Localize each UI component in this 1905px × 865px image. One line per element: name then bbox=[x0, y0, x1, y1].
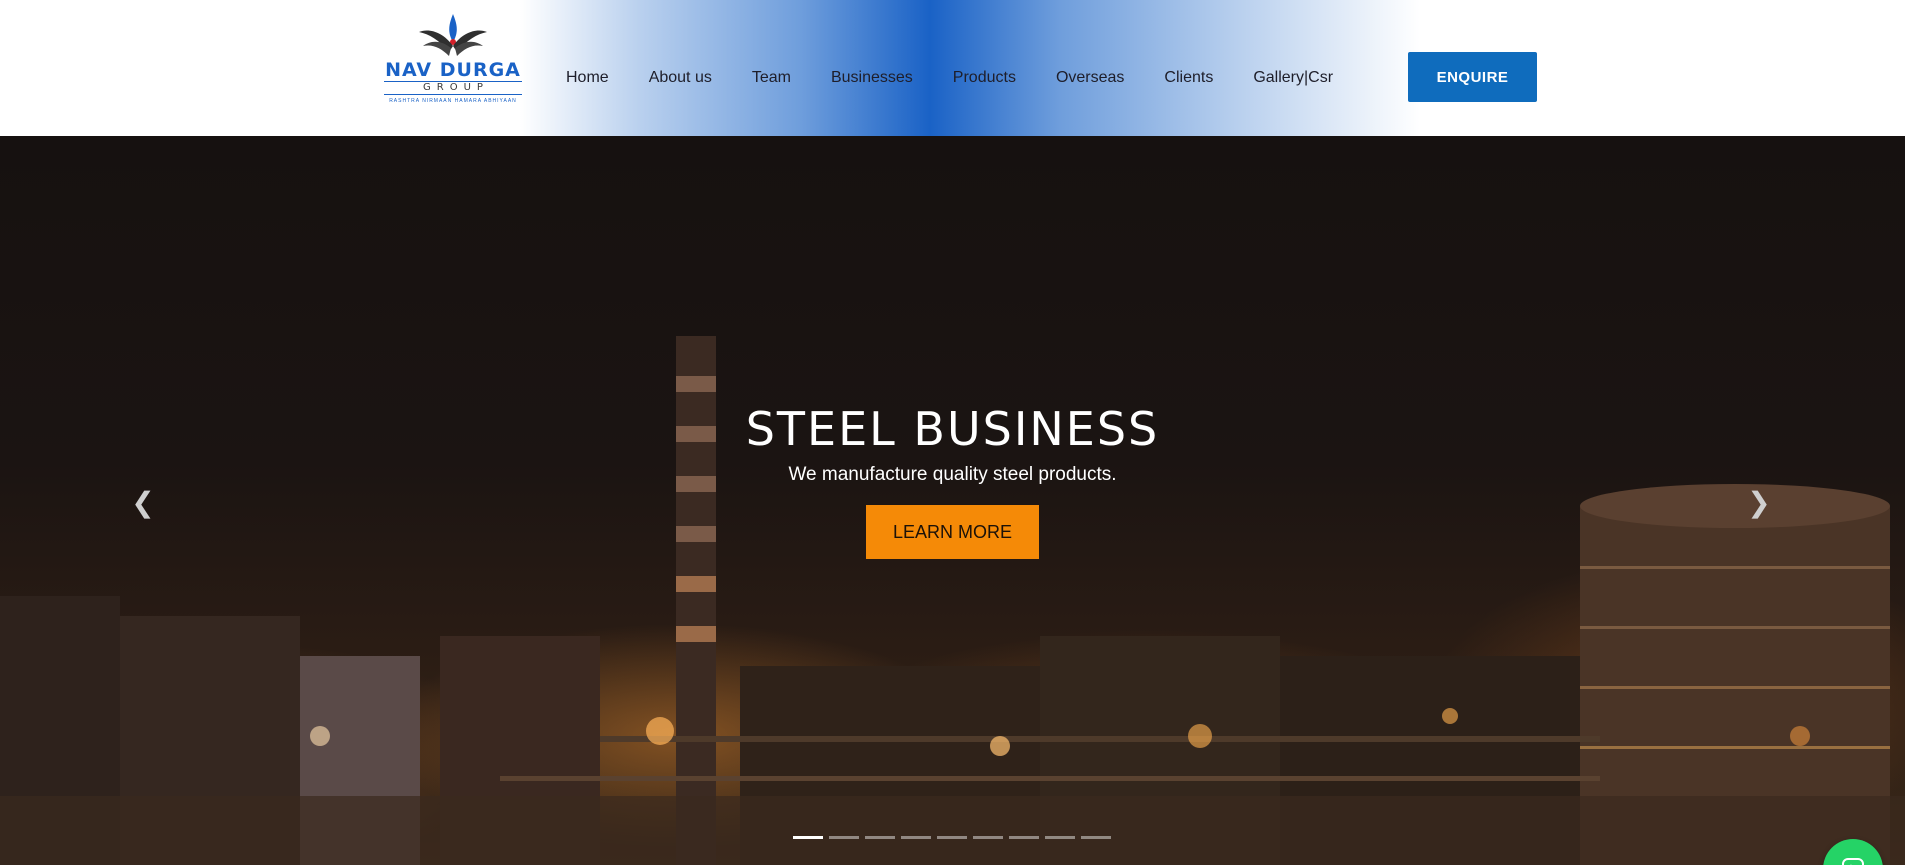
carousel-indicator-6[interactable] bbox=[973, 836, 1003, 839]
brand-tagline: RASHTRA NIRMAAN HAMARA ABHIYAAN bbox=[389, 98, 517, 104]
brand-group: GROUP bbox=[384, 81, 522, 95]
lotus-flame-icon bbox=[419, 14, 487, 56]
nav-item-clients[interactable]: Clients bbox=[1164, 69, 1213, 87]
chevron-left-icon[interactable]: ❮ bbox=[128, 488, 158, 518]
chevron-right-icon[interactable]: ❯ bbox=[1744, 488, 1774, 518]
brand-name: NAV DURGA bbox=[385, 59, 521, 81]
nav-item-overseas[interactable]: Overseas bbox=[1056, 69, 1124, 87]
carousel-indicator-4[interactable] bbox=[901, 836, 931, 839]
nav-item-products[interactable]: Products bbox=[953, 69, 1016, 87]
enquire-button[interactable]: ENQUIRE bbox=[1408, 52, 1537, 102]
nav-item-about-us[interactable]: About us bbox=[649, 69, 712, 87]
carousel-indicator-7[interactable] bbox=[1009, 836, 1039, 839]
brand-logo[interactable]: NAV DURGA GROUP RASHTRA NIRMAAN HAMARA A… bbox=[378, 12, 528, 112]
carousel-indicators bbox=[793, 836, 1117, 839]
site-header: NAV DURGA GROUP RASHTRA NIRMAAN HAMARA A… bbox=[0, 0, 1905, 136]
learn-more-button[interactable]: LEARN MORE bbox=[866, 505, 1039, 559]
carousel-indicator-8[interactable] bbox=[1045, 836, 1075, 839]
nav-item-gallery-csr[interactable]: Gallery|Csr bbox=[1253, 69, 1333, 87]
hero-caption: STEEL BUSINESS We manufacture quality st… bbox=[0, 401, 1905, 559]
carousel-indicator-9[interactable] bbox=[1081, 836, 1111, 839]
hero-title: STEEL BUSINESS bbox=[745, 402, 1160, 456]
nav-item-team[interactable]: Team bbox=[752, 69, 791, 87]
carousel-indicator-3[interactable] bbox=[865, 836, 895, 839]
hero-subtitle: We manufacture quality steel products. bbox=[788, 464, 1117, 485]
carousel-indicator-2[interactable] bbox=[829, 836, 859, 839]
nav-item-home[interactable]: Home bbox=[566, 69, 609, 87]
carousel-indicator-1[interactable] bbox=[793, 836, 823, 839]
main-nav: Home About us Team Businesses Products O… bbox=[566, 66, 1333, 90]
carousel-indicator-5[interactable] bbox=[937, 836, 967, 839]
whatsapp-icon bbox=[1842, 858, 1864, 865]
nav-item-businesses[interactable]: Businesses bbox=[831, 69, 913, 87]
hero-carousel: STEEL BUSINESS We manufacture quality st… bbox=[0, 136, 1905, 865]
